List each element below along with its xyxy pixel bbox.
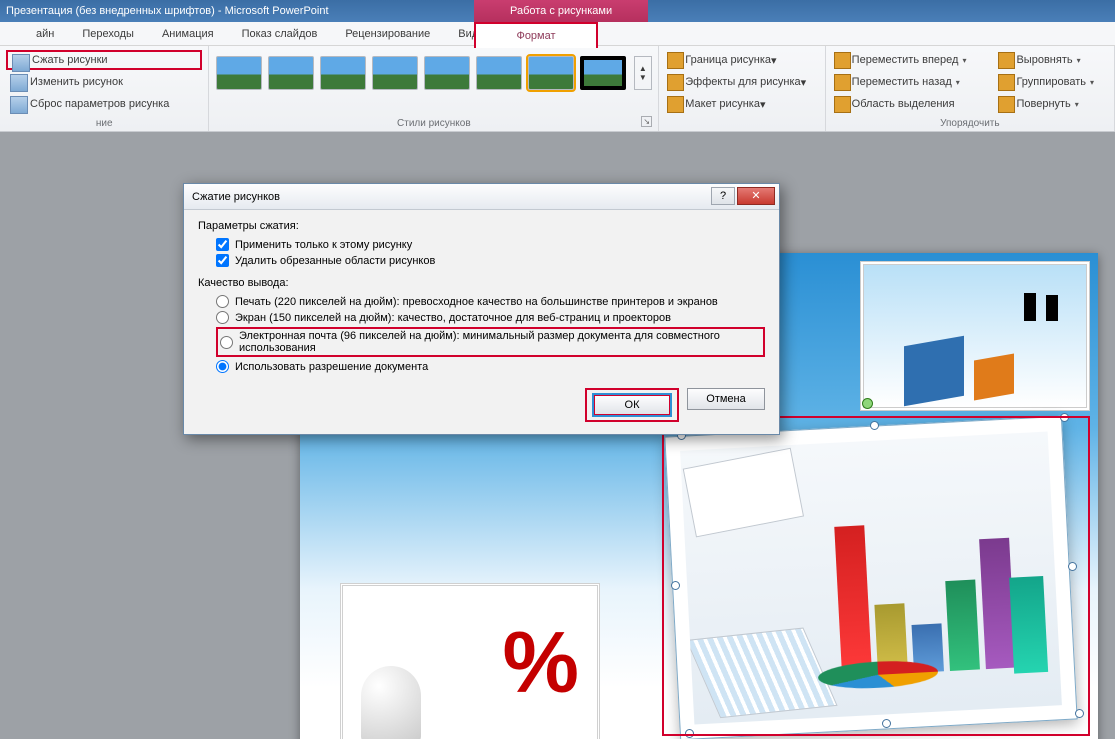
compression-options-header: Параметры сжатия: [198, 220, 765, 232]
menu-bar: айн Переходы Анимация Показ слайдов Реце… [0, 22, 1115, 46]
ribbon-section-picture-options: Граница рисунка▾ Эффекты для рисунка▾ Ма… [659, 46, 825, 131]
resize-handle-ml[interactable] [671, 581, 680, 590]
chart-illustration [680, 432, 1062, 725]
resize-handle-tr[interactable] [1060, 413, 1069, 422]
quality-screen-radio[interactable]: Экран (150 пикселей на дюйм): качество, … [216, 311, 765, 324]
picture-style-2[interactable] [268, 56, 314, 90]
title-bar: Презентация (без внедренных шрифтов) - M… [0, 0, 1115, 22]
tab-review[interactable]: Рецензирование [331, 22, 444, 45]
dialog-title: Сжатие рисунков [192, 191, 280, 203]
rotate-handle[interactable] [862, 398, 873, 409]
resize-handle-mr[interactable] [1068, 562, 1077, 571]
output-quality-header: Качество вывода: [198, 277, 765, 289]
tab-design[interactable]: айн [22, 22, 68, 45]
picture-effects-button[interactable]: Эффекты для рисунка▾ [665, 72, 818, 92]
picture-styles-more[interactable]: ▲▼ [634, 56, 652, 90]
document-title: Презентация (без внедренных шрифтов) - M… [6, 5, 329, 17]
resize-handle-br[interactable] [1075, 709, 1084, 718]
rotate-button[interactable]: Повернуть▾ [996, 94, 1108, 114]
section-label-arrange: Упорядочить [826, 118, 1114, 129]
bring-forward-button[interactable]: Переместить вперед▾ [832, 50, 981, 70]
compress-pictures-dialog: Сжатие рисунков ? ✕ Параметры сжатия: Пр… [183, 183, 780, 435]
styles-dialog-launcher[interactable]: ↘ [641, 116, 652, 127]
section-label-adjust: ние [0, 118, 208, 129]
ribbon-section-arrange: Переместить вперед▾ Переместить назад▾ О… [826, 46, 1115, 131]
ribbon-section-styles: ▲▼ Стили рисунков ↘ [209, 46, 659, 131]
slide-image-top-right[interactable] [860, 261, 1090, 411]
quality-email-radio[interactable]: Электронная почта (96 пикселей на дюйм):… [216, 327, 765, 357]
selected-picture[interactable] [664, 416, 1077, 739]
quality-document-radio[interactable]: Использовать разрешение документа [216, 360, 765, 373]
align-button[interactable]: Выровнять▾ [996, 50, 1108, 70]
dialog-close-button[interactable]: ✕ [737, 187, 775, 205]
slide-image-percent[interactable]: % [340, 583, 600, 739]
contextual-tab-label: Работа с рисунками [474, 0, 648, 22]
resize-handle-bm[interactable] [882, 719, 891, 728]
tab-slideshow[interactable]: Показ слайдов [228, 22, 332, 45]
tab-transitions[interactable]: Переходы [68, 22, 148, 45]
picture-style-3[interactable] [320, 56, 366, 90]
picture-border-button[interactable]: Граница рисунка▾ [665, 50, 818, 70]
dialog-help-button[interactable]: ? [711, 187, 735, 205]
picture-style-8[interactable] [580, 56, 626, 90]
picture-style-5[interactable] [424, 56, 470, 90]
picture-style-1[interactable] [216, 56, 262, 90]
cancel-button[interactable]: Отмена [687, 388, 765, 410]
picture-style-7[interactable] [528, 56, 574, 90]
resize-handle-bl[interactable] [685, 729, 694, 738]
delete-cropped-areas-checkbox[interactable]: Удалить обрезанные области рисунков [216, 254, 765, 267]
picture-layout-button[interactable]: Макет рисунка▾ [665, 94, 818, 114]
resize-handle-tm[interactable] [870, 421, 879, 430]
ok-button-highlight: ОК [585, 388, 679, 422]
tab-format[interactable]: Формат [474, 22, 598, 48]
ok-button[interactable]: ОК [593, 394, 671, 416]
picture-style-6[interactable] [476, 56, 522, 90]
quality-print-radio[interactable]: Печать (220 пикселей на дюйм): превосход… [216, 295, 765, 308]
apply-only-this-picture-checkbox[interactable]: Применить только к этому рисунку [216, 238, 765, 251]
group-button[interactable]: Группировать▾ [996, 72, 1108, 92]
selection-pane-button[interactable]: Область выделения [832, 94, 981, 114]
picture-style-4[interactable] [372, 56, 418, 90]
send-backward-button[interactable]: Переместить назад▾ [832, 72, 981, 92]
ribbon: Сжать рисунки Изменить рисунок Сброс пар… [0, 46, 1115, 132]
section-label-styles: Стили рисунков [209, 118, 658, 129]
tab-animations[interactable]: Анимация [148, 22, 228, 45]
ribbon-section-adjust: Сжать рисунки Изменить рисунок Сброс пар… [0, 46, 209, 131]
change-picture-button[interactable]: Изменить рисунок [6, 72, 202, 92]
compress-pictures-button[interactable]: Сжать рисунки [6, 50, 202, 70]
dialog-title-bar[interactable]: Сжатие рисунков ? ✕ [184, 184, 779, 210]
reset-picture-button[interactable]: Сброс параметров рисунка [6, 94, 202, 114]
